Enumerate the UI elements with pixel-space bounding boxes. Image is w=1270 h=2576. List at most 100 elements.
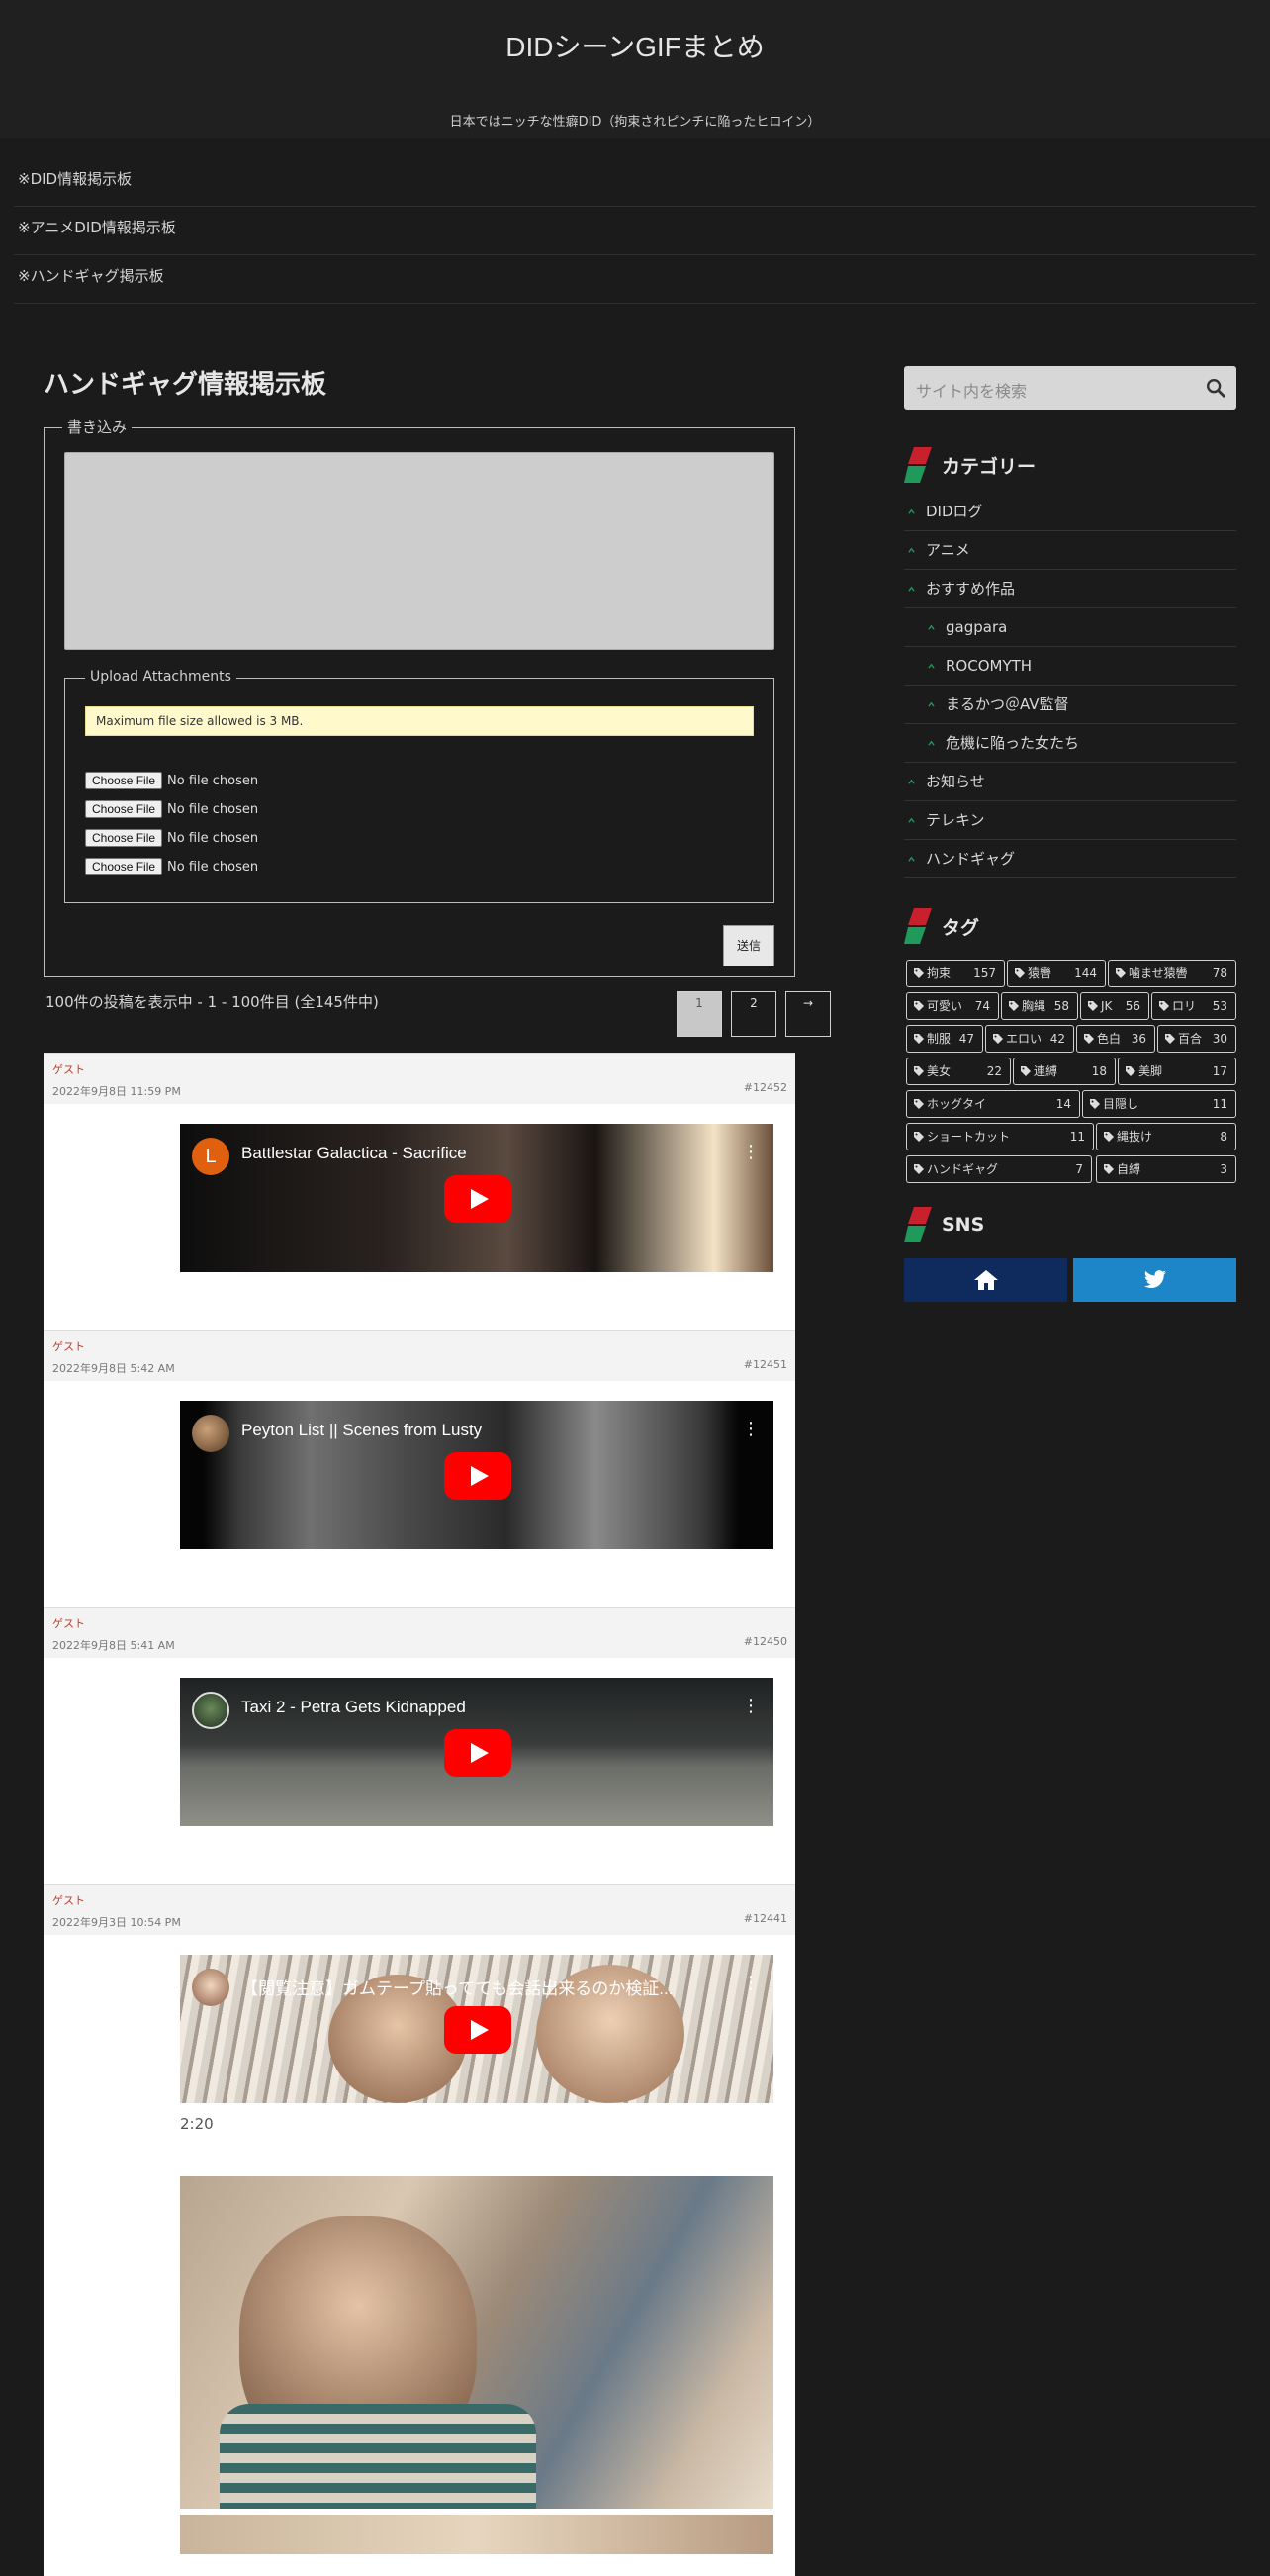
tag-item[interactable]: 噛ませ猿轡 78 (1108, 960, 1236, 987)
video-title[interactable]: Taxi 2 - Petra Gets Kidnapped (241, 1698, 466, 1717)
post-item: ゲスト 2022年9月8日 5:41 AM #12450 Taxi 2 - Pe… (44, 1607, 795, 1884)
tag-item[interactable]: エロい 42 (985, 1025, 1074, 1053)
play-icon[interactable] (444, 1729, 511, 1777)
tag-item[interactable]: 縄抜け 8 (1096, 1123, 1236, 1150)
submit-button[interactable]: 送信 (723, 925, 774, 966)
post-header: ゲスト 2022年9月8日 11:59 PM #12452 (44, 1053, 795, 1104)
category-item-recommended[interactable]: おすすめ作品 (904, 570, 1236, 608)
channel-avatar[interactable] (192, 1692, 229, 1729)
tag-item[interactable]: 可愛い 74 (906, 992, 999, 1020)
post-author[interactable]: ゲスト (52, 1615, 786, 1631)
post-author[interactable]: ゲスト (52, 1061, 786, 1077)
more-vert-icon[interactable]: ⋮ (742, 1975, 760, 1992)
play-icon[interactable] (444, 1452, 511, 1500)
chevron-up-icon (908, 547, 915, 553)
post-image[interactable] (180, 2176, 773, 2509)
tag-count: 47 (958, 1032, 974, 1046)
more-vert-icon[interactable]: ⋮ (742, 1698, 760, 1715)
tag-item[interactable]: 連縛 18 (1013, 1058, 1116, 1085)
file-input-1: Choose File No file chosen (85, 770, 258, 791)
post-id[interactable]: #12452 (744, 1081, 787, 1094)
tag-icon (1021, 1066, 1031, 1076)
topnav-handgag-board[interactable]: ※ハンドギャグ掲示板 (14, 255, 1256, 304)
category-item-handgag[interactable]: ハンドギャグ (904, 840, 1236, 878)
tag-item[interactable]: ロリ 53 (1151, 992, 1236, 1020)
choose-file-button[interactable]: Choose File (85, 858, 163, 875)
message-textarea[interactable] (64, 452, 774, 650)
chevron-up-icon (928, 701, 935, 707)
choose-file-button[interactable]: Choose File (85, 829, 163, 847)
post-author[interactable]: ゲスト (52, 1892, 786, 1908)
home-button[interactable] (904, 1258, 1067, 1302)
chevron-up-icon (908, 508, 915, 514)
post-id[interactable]: #12450 (744, 1635, 787, 1648)
tag-item[interactable]: 制服 47 (906, 1025, 983, 1053)
search-input[interactable]: サイト内を検索 (916, 378, 1027, 402)
tag-item[interactable]: 百合 30 (1157, 1025, 1236, 1053)
youtube-embed[interactable]: 【閲覧注意】ガムテープ貼ってても会話出来るのか検証... ⋮ (180, 1955, 773, 2103)
site-description: 日本ではニッチな性癖DID（拘束されピンチに陥ったヒロイン） (449, 115, 821, 130)
tag-item[interactable]: ショートカット 11 (906, 1123, 1094, 1150)
tag-count: 7 (1075, 1162, 1083, 1176)
tag-item[interactable]: 色白 36 (1076, 1025, 1155, 1053)
channel-avatar[interactable] (192, 1969, 229, 2006)
channel-avatar[interactable]: L (192, 1138, 229, 1175)
tag-name: JK (1101, 999, 1113, 1013)
tag-item[interactable]: ハンドギャグ 7 (906, 1155, 1092, 1183)
post-id[interactable]: #12441 (744, 1912, 787, 1925)
post-image[interactable] (180, 2515, 773, 2554)
site-title[interactable]: DIDシーンGIFまとめ (0, 0, 1270, 65)
tag-name: 色白 (1097, 1032, 1122, 1046)
category-item-telekin[interactable]: テレキン (904, 801, 1236, 840)
tag-count: 74 (974, 999, 990, 1013)
play-icon[interactable] (444, 2006, 511, 2054)
video-title[interactable]: 【閲覧注意】ガムテープ貼ってても会話出来るのか検証... (241, 1975, 673, 1999)
topnav-did-board[interactable]: ※DID情報掲示板 (14, 158, 1256, 207)
tag-item[interactable]: 胸縄 58 (1001, 992, 1078, 1020)
tag-item[interactable]: 目隠し 11 (1082, 1090, 1236, 1118)
twitter-button[interactable] (1073, 1258, 1236, 1302)
category-item-rocomyth[interactable]: ROCOMYTH (904, 647, 1236, 686)
tag-item[interactable]: 猿轡 144 (1007, 960, 1106, 987)
search-icon[interactable] (1205, 377, 1226, 399)
youtube-embed[interactable]: L Battlestar Galactica - Sacrifice ⋮ (180, 1124, 773, 1272)
search-box[interactable]: サイト内を検索 (904, 366, 1236, 410)
post-author[interactable]: ゲスト (52, 1338, 786, 1354)
tag-item[interactable]: 美女 22 (906, 1058, 1011, 1085)
tag-item[interactable]: JK 56 (1080, 992, 1149, 1020)
post-id[interactable]: #12451 (744, 1358, 787, 1371)
choose-file-button[interactable]: Choose File (85, 800, 163, 818)
tag-count: 18 (1091, 1064, 1107, 1078)
more-vert-icon[interactable]: ⋮ (742, 1144, 760, 1161)
page-1-button[interactable]: 1 (677, 991, 722, 1037)
tag-item[interactable]: 自縛 3 (1096, 1155, 1236, 1183)
next-page-button[interactable]: → (785, 991, 831, 1037)
category-item-women-in-danger[interactable]: 危機に陥った女たち (904, 724, 1236, 763)
video-title[interactable]: Battlestar Galactica - Sacrifice (241, 1144, 467, 1163)
page-2-button[interactable]: 2 (731, 991, 776, 1037)
file-status: No file chosen (167, 830, 259, 846)
channel-avatar[interactable] (192, 1415, 229, 1452)
file-status: No file chosen (167, 773, 259, 788)
youtube-embed[interactable]: Taxi 2 - Petra Gets Kidnapped ⋮ (180, 1678, 773, 1826)
chevron-up-icon (908, 586, 915, 592)
file-input-2: Choose File No file chosen (85, 798, 258, 820)
tag-icon (1009, 1001, 1019, 1011)
topnav-anime-did-board[interactable]: ※アニメDID情報掲示板 (14, 207, 1256, 255)
tag-item[interactable]: 美脚 17 (1118, 1058, 1236, 1085)
category-item-marukatsu[interactable]: まるかつ＠AV監督 (904, 686, 1236, 724)
tag-item[interactable]: ホッグタイ 14 (906, 1090, 1080, 1118)
more-vert-icon[interactable]: ⋮ (742, 1421, 760, 1438)
category-item-gagpara[interactable]: gagpara (904, 608, 1236, 647)
tag-item[interactable]: 拘束 157 (906, 960, 1005, 987)
tag-count: 11 (1069, 1130, 1085, 1144)
category-item-anime[interactable]: アニメ (904, 531, 1236, 570)
video-title[interactable]: Peyton List || Scenes from Lusty (241, 1421, 482, 1440)
category-item-news[interactable]: お知らせ (904, 763, 1236, 801)
tag-icon (914, 1132, 924, 1142)
play-icon[interactable] (444, 1175, 511, 1223)
category-item-didlog[interactable]: DIDログ (904, 493, 1236, 531)
youtube-embed[interactable]: Peyton List || Scenes from Lusty ⋮ (180, 1401, 773, 1549)
choose-file-button[interactable]: Choose File (85, 772, 163, 789)
category-label: おすすめ作品 (926, 580, 1016, 598)
